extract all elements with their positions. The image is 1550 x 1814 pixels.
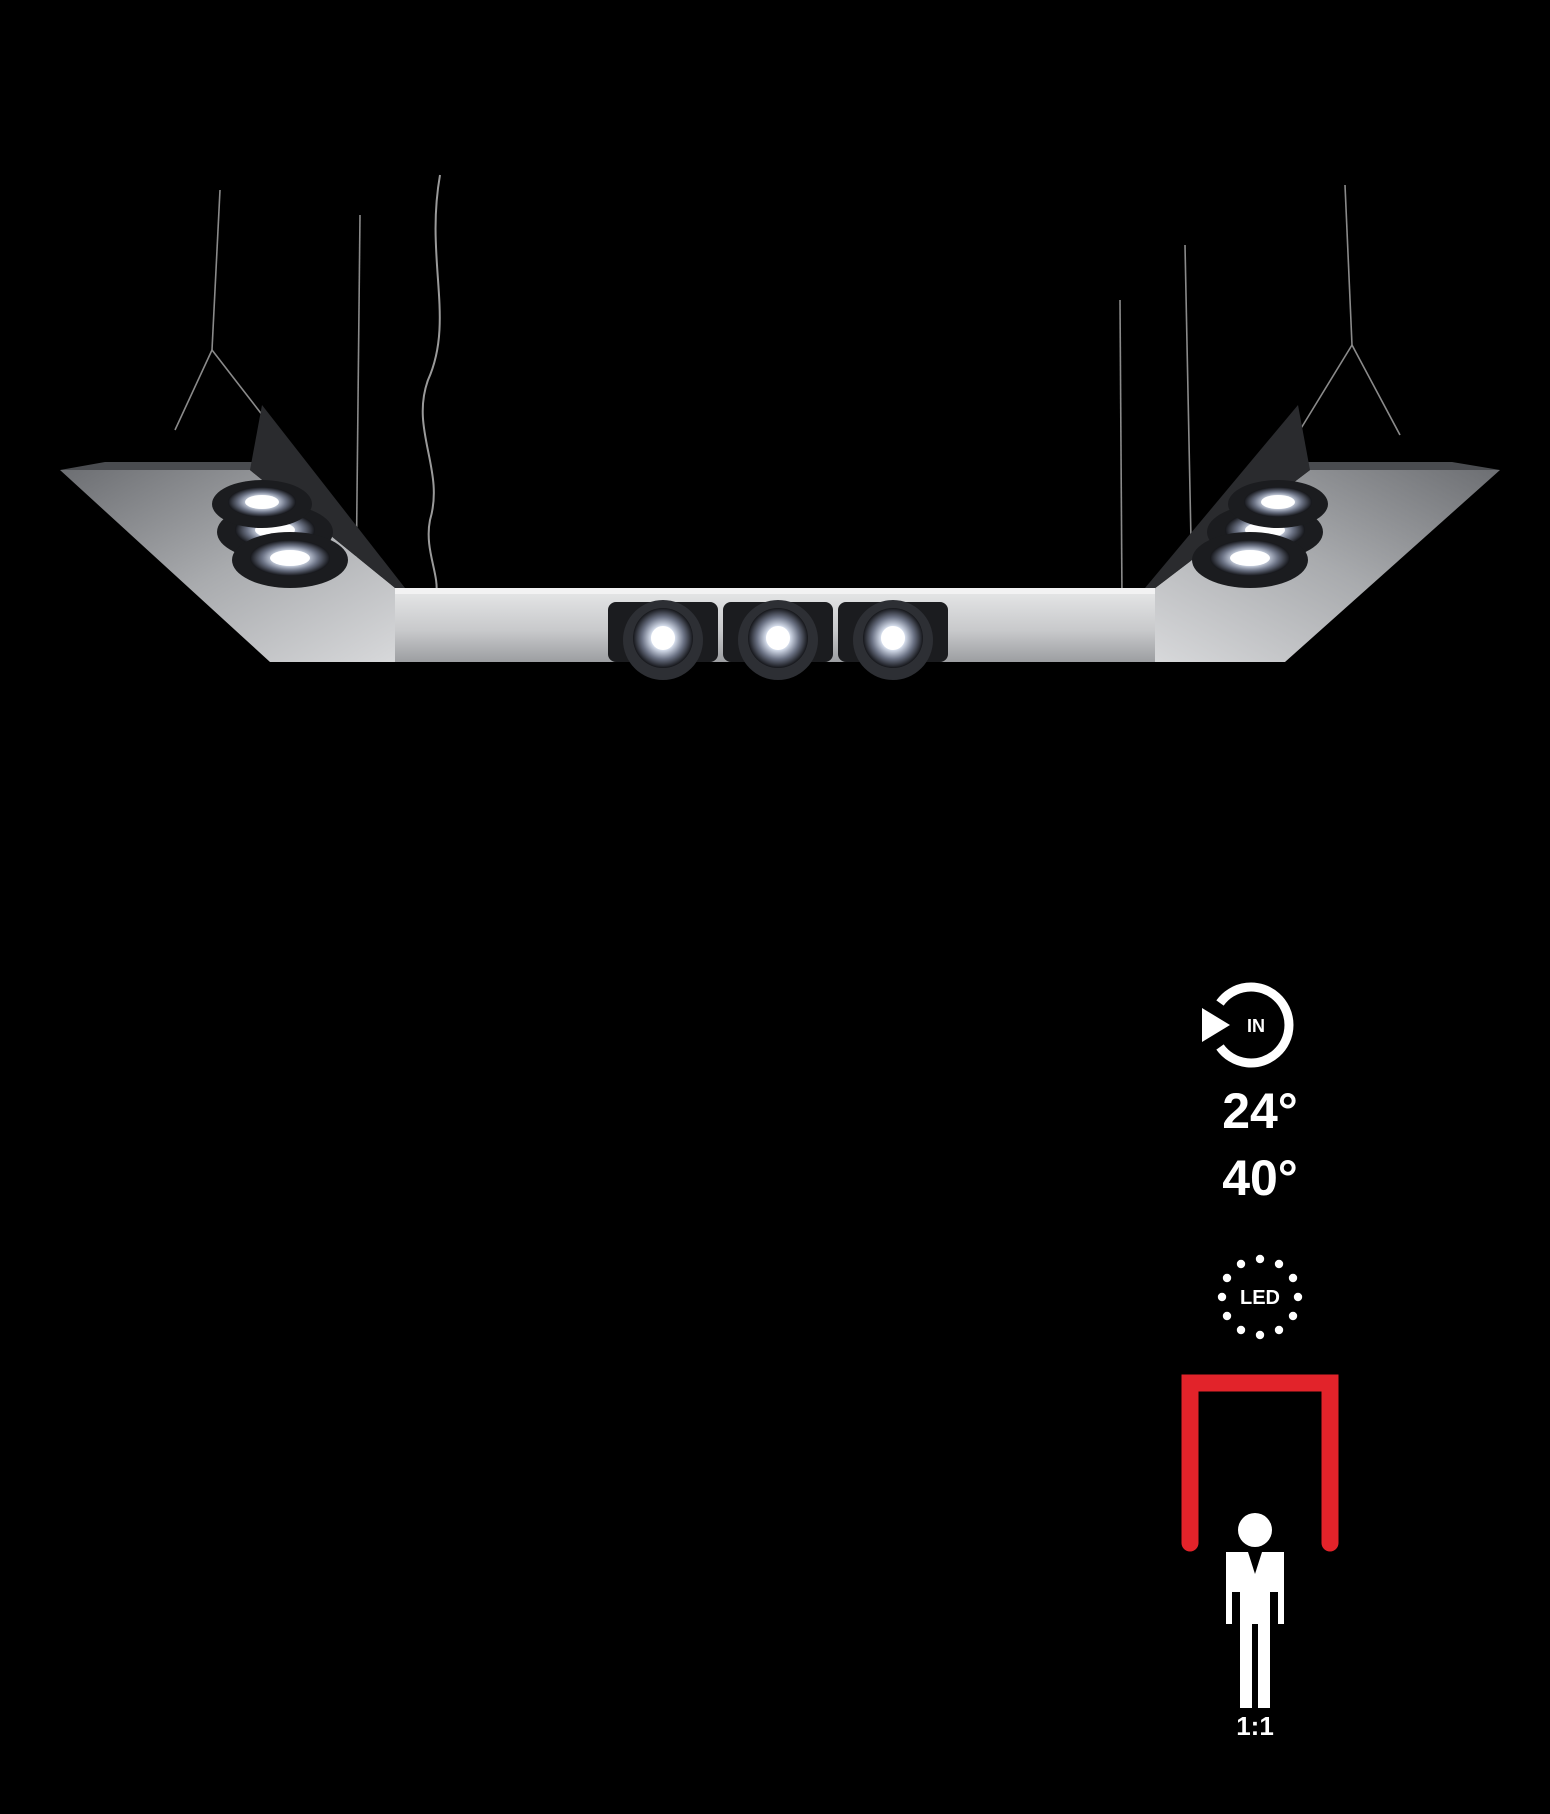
led-icon: LED xyxy=(1217,1254,1303,1340)
recessed-in-icon: IN xyxy=(1202,982,1294,1068)
led-badge-label: LED xyxy=(1240,1287,1280,1309)
beam-angle-narrow: 24° xyxy=(1222,1083,1298,1139)
mount-icon-label: IN xyxy=(1247,1016,1265,1036)
person-scale-icon xyxy=(1226,1513,1284,1708)
beam-angle-wide: 40° xyxy=(1222,1150,1298,1206)
scale-label: 1:1 xyxy=(1236,1711,1274,1741)
